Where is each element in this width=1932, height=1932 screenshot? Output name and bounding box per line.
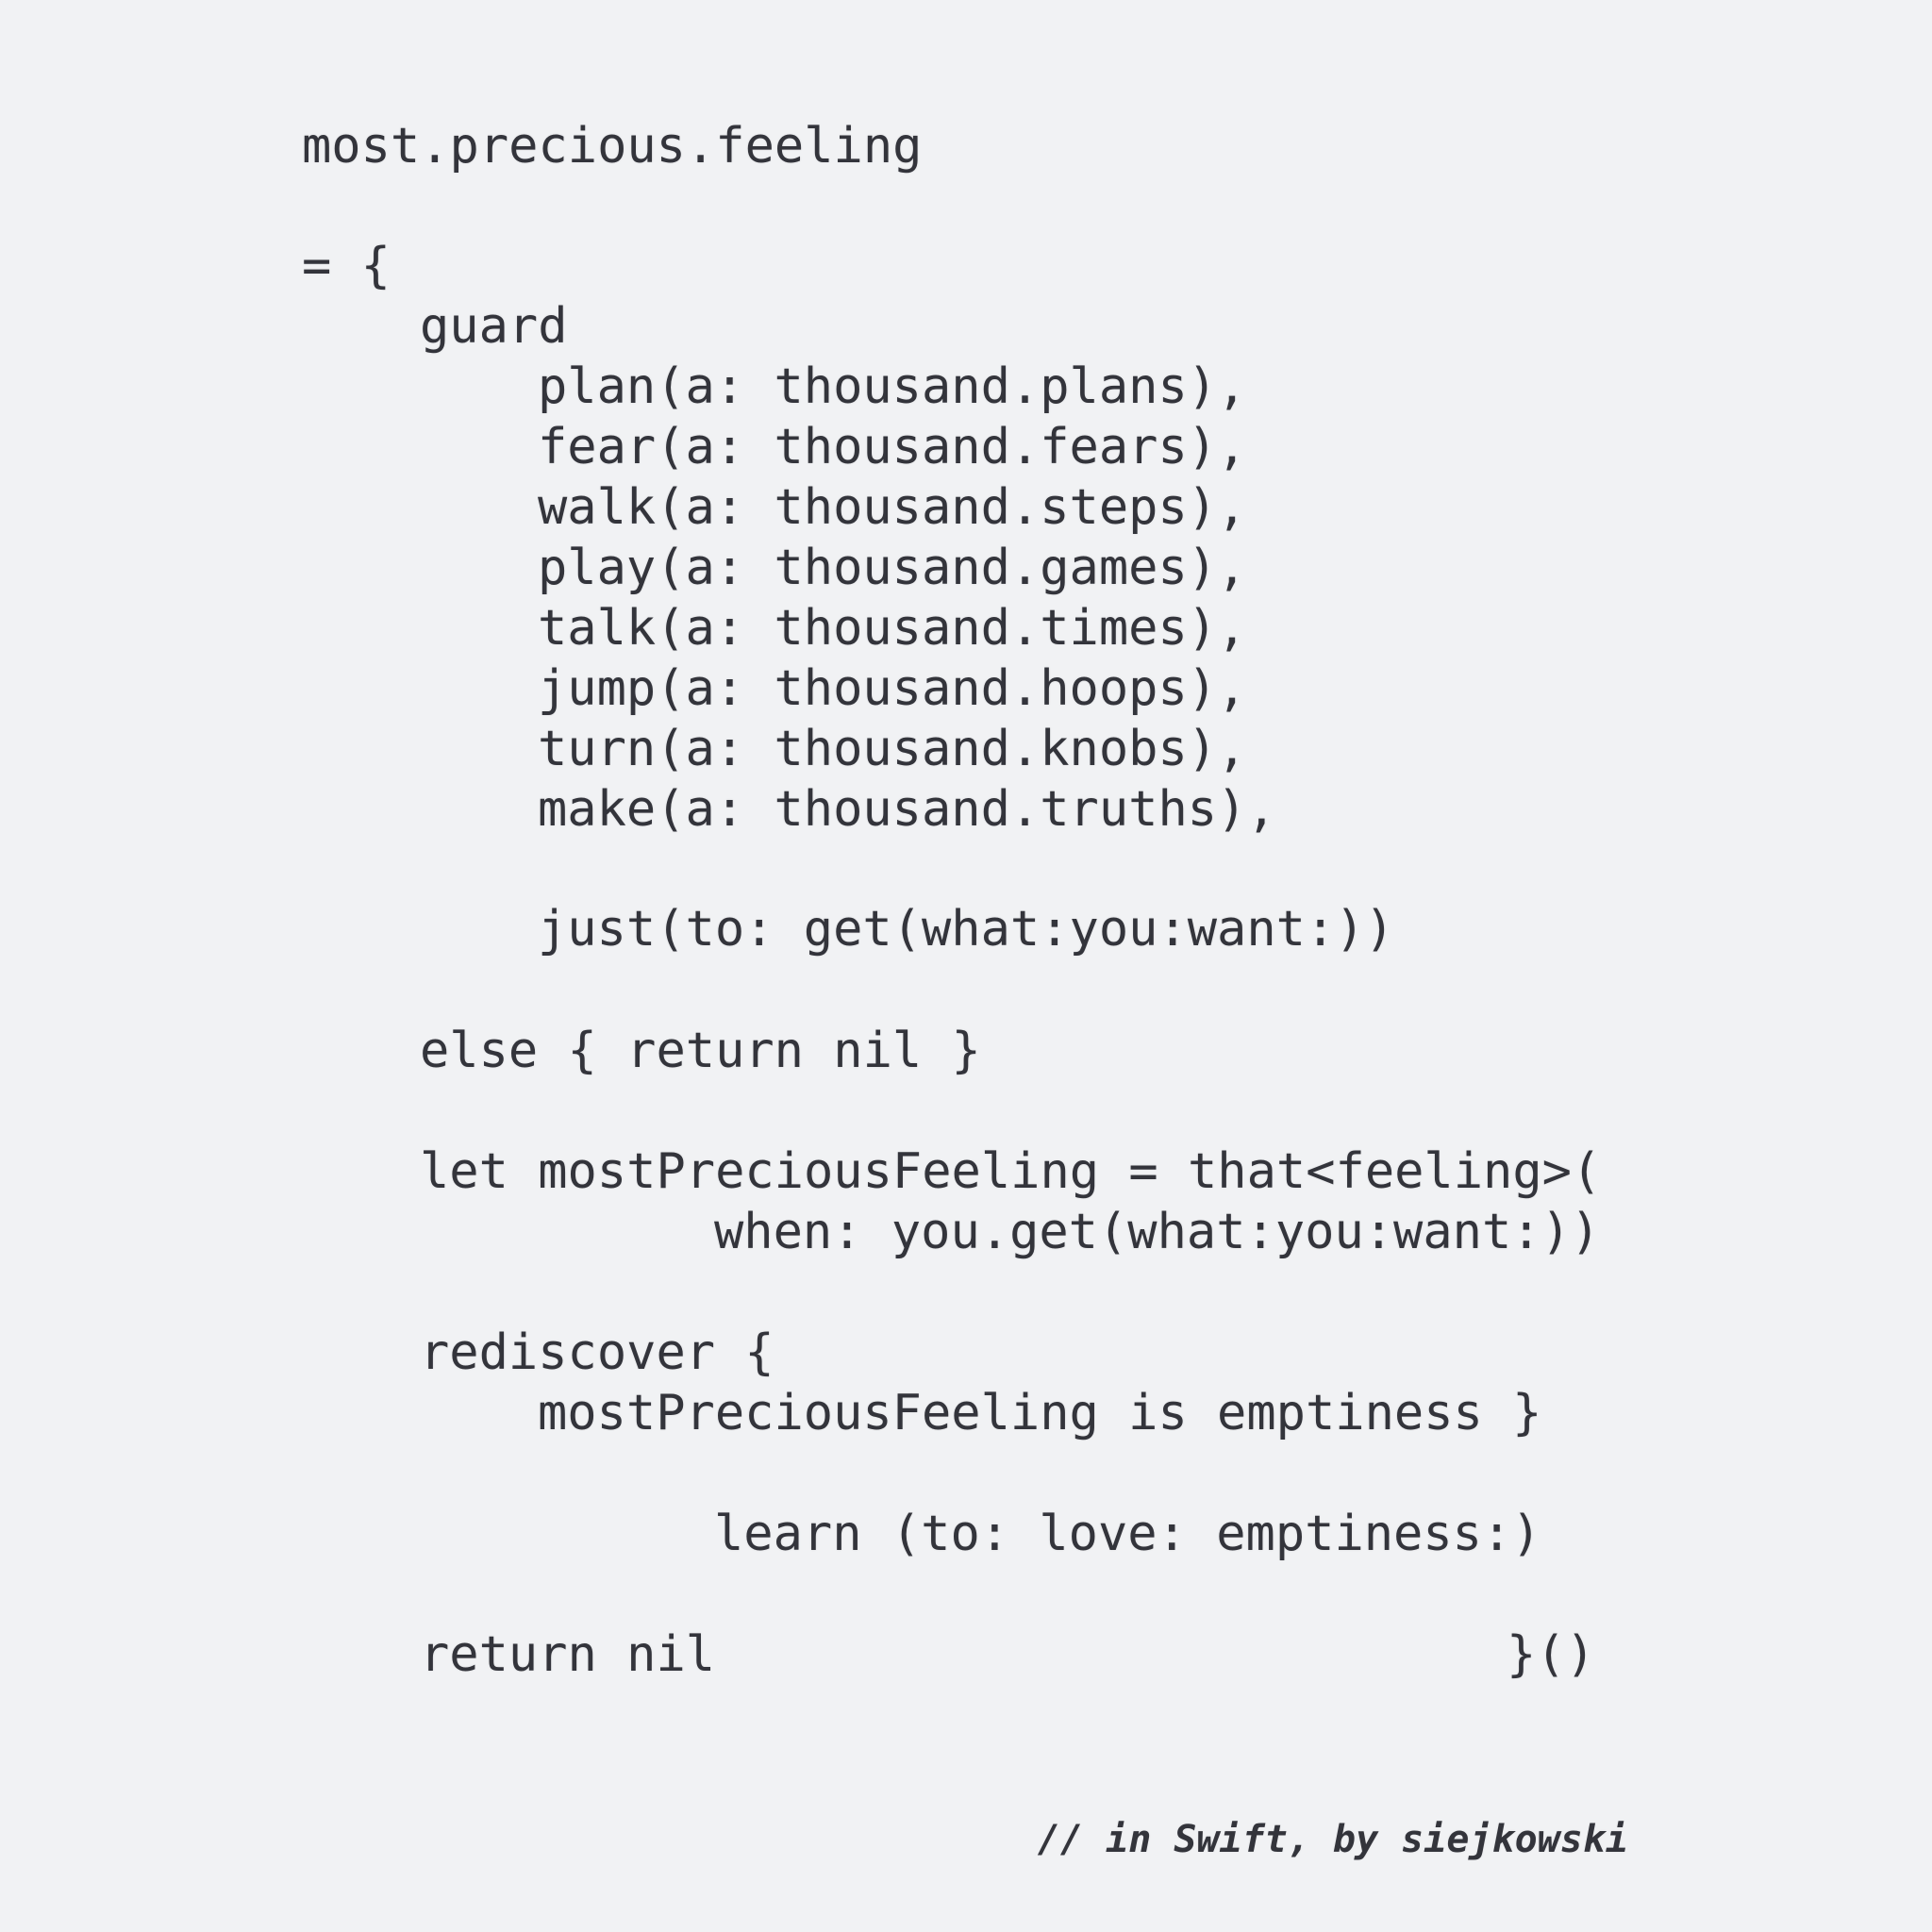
code-line-else: else { return nil } — [420, 1023, 981, 1079]
code-line-title: most.precious.feeling — [302, 118, 923, 175]
code-line-fear: fear(a: thousand.fears), — [538, 419, 1247, 475]
code-line-plan: plan(a: thousand.plans), — [538, 358, 1247, 415]
code-line-return: return nil — [420, 1626, 716, 1683]
code-line-just: just(to: get(what:you:want:)) — [538, 901, 1394, 958]
code-line-make: make(a: thousand.truths), — [538, 781, 1276, 838]
code-line-let: let mostPreciousFeeling = that<feeling>( — [420, 1143, 1602, 1200]
code-line-when: when: you.get(what:you:want:)) — [714, 1204, 1601, 1260]
code-poem: most.precious.feeling = { guard plan(a: … — [0, 0, 1932, 1932]
code-line-learn: learn (to: love: emptiness:) — [714, 1506, 1541, 1562]
code-line-walk: walk(a: thousand.steps), — [538, 479, 1247, 536]
code-line-assign: = { — [302, 238, 391, 294]
code-line-jump: jump(a: thousand.hoops), — [538, 660, 1247, 717]
code-line-rediscover: rediscover { — [420, 1324, 774, 1381]
code-line-turn: turn(a: thousand.knobs), — [538, 721, 1247, 777]
code-line-play: play(a: thousand.games), — [538, 540, 1247, 596]
code-line-emptiness: mostPreciousFeeling is emptiness } — [538, 1385, 1542, 1441]
signature-comment: // in Swift, by siejkowski — [1037, 1818, 1628, 1861]
code-line-talk: talk(a: thousand.times), — [538, 600, 1247, 657]
code-line-guard: guard — [420, 298, 568, 355]
code-line-closing-call: }() — [1507, 1626, 1595, 1683]
